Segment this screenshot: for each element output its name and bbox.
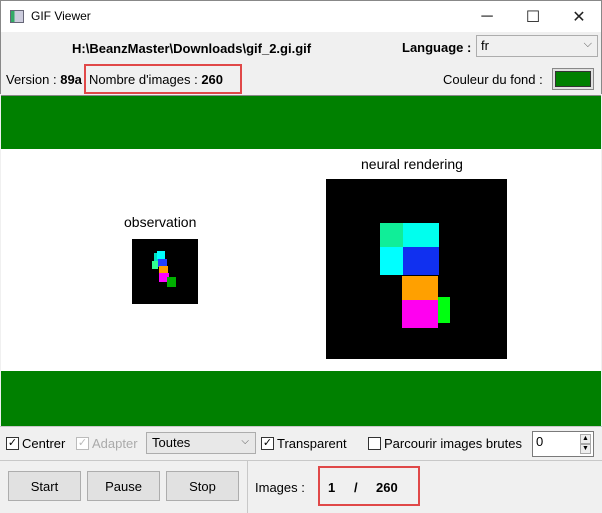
version-label: Version : — [6, 72, 57, 87]
spin-up-icon[interactable]: ▲ — [580, 434, 591, 444]
title-bar: GIF Viewer ─ ☐ ✕ — [0, 0, 602, 32]
language-value: fr — [481, 38, 489, 53]
center-label: Centrer — [22, 436, 66, 451]
observation-frame — [132, 239, 198, 304]
bg-color-swatch — [555, 71, 591, 87]
frame-count-label: Nombre d'images : — [89, 72, 198, 87]
app-icon — [10, 10, 24, 23]
raw-images-checkbox[interactable] — [368, 437, 381, 450]
spin-down-icon[interactable]: ▼ — [580, 444, 591, 454]
top-background-band — [1, 96, 601, 149]
stop-button[interactable]: Stop — [166, 471, 239, 501]
frame-count-value: 260 — [201, 72, 224, 87]
frame-spinbox[interactable]: 0 ▲ ▼ — [532, 431, 594, 457]
minimize-button[interactable]: ─ — [464, 1, 510, 33]
center-checkbox[interactable]: ✓ — [6, 437, 19, 450]
divider — [247, 461, 248, 513]
chevron-down-icon: ⌵ — [241, 436, 249, 447]
bottom-background-band — [1, 371, 601, 426]
start-button[interactable]: Start — [8, 471, 81, 501]
bg-color-label: Couleur du fond : — [443, 72, 543, 87]
mode-value: Toutes — [152, 435, 191, 450]
total-frames: 260 — [376, 480, 398, 495]
neural-rendering-caption: neural rendering — [361, 156, 463, 172]
language-label: Language : — [402, 40, 472, 55]
close-button[interactable]: ✕ — [556, 1, 602, 33]
chevron-down-icon: ⌵ — [583, 38, 592, 50]
raw-images-label: Parcourir images brutes — [384, 436, 522, 451]
transparent-checkbox[interactable]: ✓ — [261, 437, 274, 450]
neural-rendering-frame — [326, 179, 507, 359]
frame-count: Nombre d'images : 260 — [89, 72, 223, 87]
transparent-label: Transparent — [277, 436, 347, 451]
maximize-button[interactable]: ☐ — [510, 1, 556, 33]
version-value: 89a — [60, 72, 82, 87]
pause-button[interactable]: Pause — [87, 471, 160, 501]
fit-checkbox[interactable]: ✓ — [76, 437, 89, 450]
options-bar: ✓ Centrer ✓ Adapter Toutes ⌵ ✓ Transparen… — [0, 426, 602, 460]
observation-caption: observation — [124, 214, 197, 230]
images-label: Images : — [255, 480, 305, 495]
file-path: H:\BeanzMaster\Downloads\gif_2.gi.gif — [72, 41, 312, 56]
playback-bar: Start Pause Stop Images : 1 / 260 — [0, 460, 602, 513]
current-frame: 1 — [328, 480, 336, 495]
fit-label: Adapter — [92, 436, 138, 451]
gif-canvas: observation neural rendering — [1, 95, 601, 426]
spin-value: 0 — [536, 434, 544, 449]
bg-color-button[interactable] — [552, 68, 594, 90]
language-select[interactable]: fr ⌵ — [476, 35, 598, 57]
version-info: Version : 89a — [6, 72, 82, 87]
frame-separator: / — [354, 480, 358, 495]
window-title: GIF Viewer — [31, 9, 91, 23]
mode-select[interactable]: Toutes ⌵ — [146, 432, 256, 454]
